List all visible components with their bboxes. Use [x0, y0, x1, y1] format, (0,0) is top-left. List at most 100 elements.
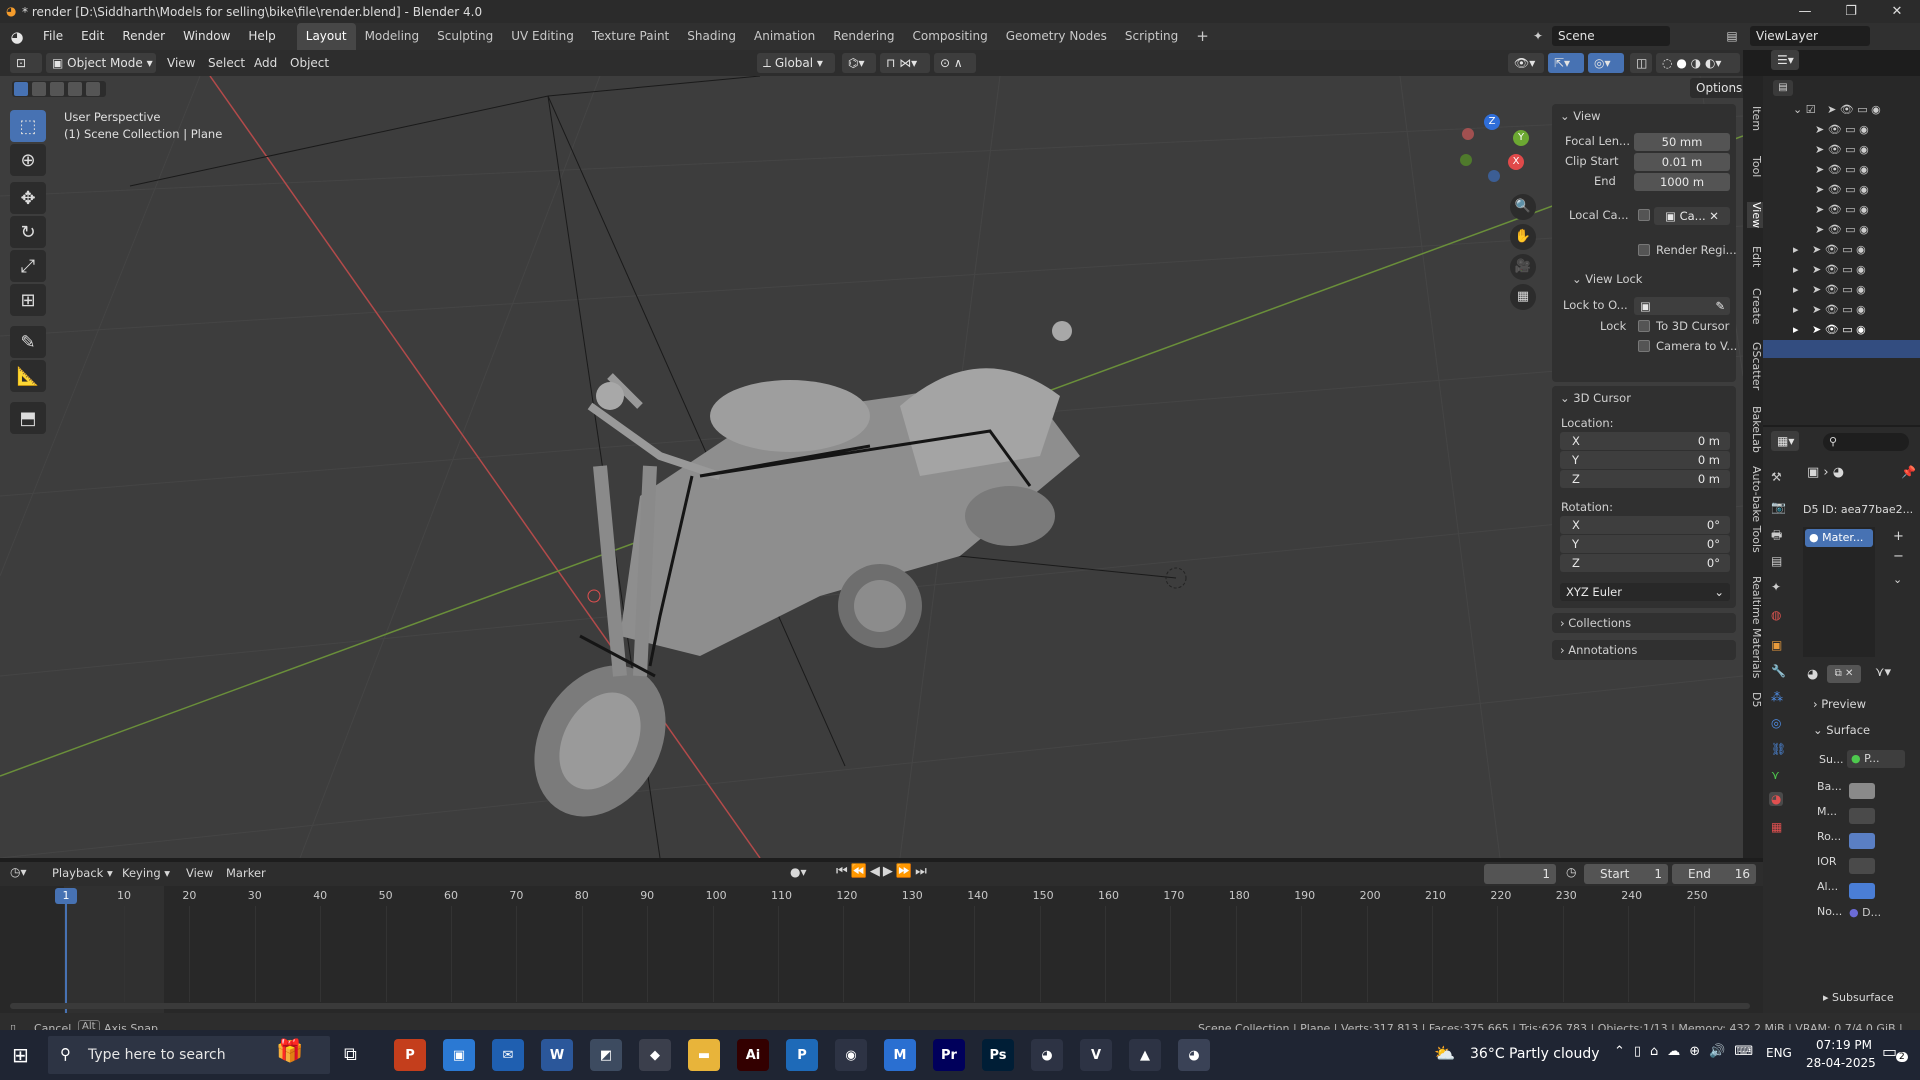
cursor-panel-title[interactable]: ⌄ 3D Cursor	[1560, 391, 1631, 405]
physics-props-icon[interactable]: ◎	[1771, 716, 1781, 730]
play-icon[interactable]: ▶	[883, 864, 896, 879]
cursor-loc-y[interactable]: Y 0 m	[1560, 451, 1730, 469]
shader-input-row[interactable]: Al...	[1817, 879, 1917, 904]
gizmo-toggle-icon[interactable]: ⇱▾	[1548, 53, 1584, 73]
app-icon[interactable]: P	[786, 1039, 818, 1071]
vectr-icon[interactable]: V	[1080, 1039, 1112, 1071]
material-shading-icon[interactable]: ◑	[1691, 56, 1701, 70]
timeline-menu-playback[interactable]: Playback ▾	[52, 866, 113, 880]
cursor-rot-y[interactable]: Y 0°	[1560, 535, 1730, 553]
cursor-rot-x[interactable]: X 0°	[1560, 516, 1730, 534]
end-frame-field[interactable]: End 16	[1672, 864, 1756, 884]
tab-modeling[interactable]: Modeling	[356, 23, 429, 50]
transform-tool-icon[interactable]: ⊞	[10, 284, 46, 316]
outliner-row[interactable]: ➤ 👁 ▭ ◉	[1763, 160, 1920, 180]
surface-shader-field[interactable]: ● P...	[1847, 750, 1905, 768]
world-props-icon[interactable]: ◍	[1771, 608, 1781, 622]
view-layer-icon[interactable]: ▤	[1722, 26, 1742, 46]
illustrator-icon[interactable]: Ai	[737, 1039, 769, 1071]
gizmo-y-axis[interactable]: Y	[1513, 130, 1529, 146]
gizmo-z-axis[interactable]: Z	[1484, 114, 1500, 130]
word-icon[interactable]: W	[541, 1039, 573, 1071]
vp-menu-add[interactable]: Add	[254, 53, 277, 73]
shader-input-row[interactable]: M...	[1817, 804, 1917, 829]
lock-to-cursor-checkbox[interactable]	[1638, 320, 1650, 332]
object-data-icon[interactable]: ▣ › ◕	[1807, 465, 1844, 480]
tab-gscatter[interactable]: GScatter	[1747, 342, 1763, 390]
constraints-props-icon[interactable]: ⛓	[1771, 742, 1786, 756]
menu-window[interactable]: Window	[174, 23, 239, 50]
outliner-row[interactable]: ➤ 👁 ▭ ◉	[1763, 200, 1920, 220]
vlc-icon[interactable]: ▲	[1129, 1039, 1161, 1071]
preview-panel[interactable]: › Preview	[1813, 697, 1866, 711]
lock-to-object-field[interactable]: ▣ ✎	[1634, 297, 1730, 315]
tab-texture-paint[interactable]: Texture Paint	[583, 23, 678, 50]
outliner-editor-icon[interactable]: ☰▾	[1771, 50, 1799, 70]
subsurface-panel[interactable]: ▸ Subsurface	[1823, 991, 1894, 1004]
3d-cursor[interactable]	[587, 589, 601, 603]
jump-end-icon[interactable]: ⏭	[915, 864, 930, 879]
menu-file[interactable]: File	[34, 23, 72, 50]
clock-date[interactable]: 28-04-2025	[1806, 1056, 1876, 1070]
outliner-row-selected[interactable]: ▸ ➤ 👁 ▭ ◉	[1763, 320, 1920, 340]
cursor-loc-z[interactable]: Z 0 m	[1560, 470, 1730, 488]
eyedropper-icon[interactable]: ✎	[1715, 297, 1725, 315]
local-camera-checkbox[interactable]	[1638, 209, 1650, 221]
menu-render[interactable]: Render	[113, 23, 174, 50]
menu-help[interactable]: Help	[239, 23, 284, 50]
photoshop-icon[interactable]: Ps	[982, 1039, 1014, 1071]
properties-editor-icon[interactable]: ▦▾	[1771, 431, 1799, 451]
play-reverse-icon[interactable]: ◀	[870, 864, 883, 879]
pivot-icon[interactable]: ⌬▾	[842, 53, 876, 73]
outliner-row[interactable]: ➤ 👁 ▭ ◉	[1763, 140, 1920, 160]
outliner-row[interactable]: ▸ ➤ 👁 ▭ ◉	[1763, 240, 1920, 260]
remove-slot-icon[interactable]: −	[1893, 549, 1904, 564]
focal-length-field[interactable]: 50 mm	[1634, 133, 1730, 151]
snap-icon[interactable]: ⊓ ⋈▾	[880, 53, 930, 73]
preview-range-icon[interactable]: ◷	[1566, 865, 1576, 879]
tab-layout[interactable]: Layout	[296, 23, 356, 50]
start-frame-field[interactable]: Start 1	[1584, 864, 1668, 884]
scene-selector[interactable]: Scene	[1552, 26, 1670, 46]
close-icon[interactable]: ✕	[1874, 0, 1920, 23]
object-props-icon[interactable]: ▣	[1771, 638, 1782, 652]
minimize-icon[interactable]: —	[1782, 0, 1828, 23]
timeline-area[interactable]: 10 20 30 40 50 60 70 80 90 100 110 120 130 140 150 160 1…	[0, 886, 1763, 1013]
premiere-icon[interactable]: Pr	[933, 1039, 965, 1071]
properties-search[interactable]: ⚲	[1823, 433, 1909, 451]
pin-icon[interactable]: 📌	[1901, 465, 1916, 479]
next-keyframe-icon[interactable]: ⏩	[896, 864, 915, 879]
tab-uv-editing[interactable]: UV Editing	[502, 23, 583, 50]
gizmo-neg-z[interactable]	[1488, 170, 1500, 182]
mode-selector[interactable]: ▣ Object Mode ▾	[46, 53, 156, 73]
material-slot-item[interactable]: ● Mater...	[1805, 529, 1873, 547]
gizmo-neg-x[interactable]	[1462, 128, 1474, 140]
annotate-tool-icon[interactable]: ✎	[10, 326, 46, 358]
weather-text[interactable]: 36°C Partly cloudy	[1470, 1046, 1600, 1062]
tool-icon[interactable]: ◆	[639, 1039, 671, 1071]
perspective-toggle-icon[interactable]: ▦	[1510, 284, 1536, 310]
clip-start-field[interactable]: 0.01 m	[1634, 153, 1730, 171]
tab-bakelab[interactable]: BakeLab	[1747, 406, 1763, 453]
normal-input-field[interactable]: ● D...	[1849, 906, 1881, 919]
outliner-row[interactable]: ▸ ➤ 👁 ▭ ◉	[1763, 280, 1920, 300]
menu-edit[interactable]: Edit	[72, 23, 113, 50]
tab-item[interactable]: Item	[1747, 106, 1763, 131]
select-extend-icon[interactable]	[32, 82, 46, 96]
input-value-field[interactable]	[1849, 808, 1875, 824]
notification-icon[interactable]: ▭	[1882, 1042, 1897, 1061]
particles-props-icon[interactable]: ⁂	[1771, 690, 1783, 704]
tab-auto-bake-tools[interactable]: Auto-bake Tools	[1747, 466, 1763, 553]
clock-time[interactable]: 07:19 PM	[1816, 1038, 1872, 1052]
tab-d5[interactable]: D5	[1747, 692, 1763, 707]
render-region-checkbox[interactable]	[1638, 244, 1650, 256]
tab-view[interactable]: View	[1747, 202, 1763, 229]
tab-scripting[interactable]: Scripting	[1116, 23, 1187, 50]
data-props-icon[interactable]: ⋎	[1771, 768, 1780, 782]
outliner-row[interactable]: ▸ ➤ 👁 ▭ ◉	[1763, 300, 1920, 320]
rendered-shading-icon[interactable]: ◐	[1705, 56, 1715, 70]
outliner-row[interactable]: ⌄ ☑ ➤ 👁 ▭ ◉	[1763, 100, 1920, 120]
local-camera-field[interactable]: ▣ Ca... ✕	[1654, 207, 1730, 225]
vp-menu-object[interactable]: Object	[290, 53, 329, 73]
tab-rendering[interactable]: Rendering	[824, 23, 903, 50]
